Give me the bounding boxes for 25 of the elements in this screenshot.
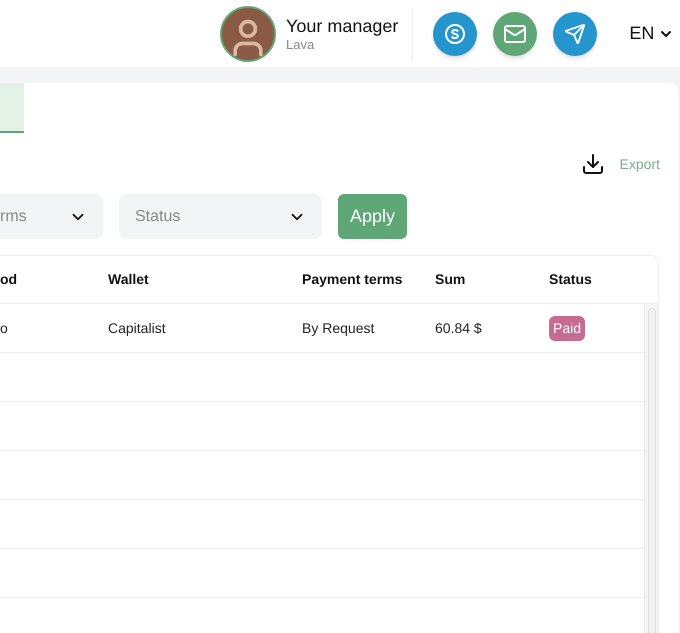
language-selector[interactable]: EN (629, 20, 674, 47)
telegram-button[interactable] (553, 12, 598, 56)
apply-button[interactable]: Apply (338, 194, 408, 239)
table-cell: Capitalist (108, 320, 166, 336)
column-header: Payment terms (302, 270, 402, 286)
tab[interactable] (0, 83, 24, 133)
export-button[interactable]: Export (580, 152, 660, 176)
scrollbar[interactable] (644, 304, 658, 633)
table-cell: By Request (302, 320, 374, 336)
table-cell: o (0, 320, 8, 336)
download-icon (580, 152, 605, 176)
column-header: Sum (435, 270, 466, 286)
skype-button[interactable] (433, 12, 478, 56)
mail-button[interactable] (493, 12, 538, 56)
manager-name: Lava (286, 36, 316, 52)
column-header: Status (549, 270, 592, 286)
table-cell: 60.84 $ (435, 320, 482, 336)
column-header: od (0, 270, 18, 286)
status-badge: Paid (549, 316, 586, 340)
column-header: Wallet (108, 270, 149, 286)
skype-icon (443, 22, 468, 46)
filter-select[interactable]: Status (119, 194, 322, 239)
filter-select[interactable]: rms (0, 194, 103, 239)
paper-plane-icon (564, 22, 586, 44)
manager-title: Your manager (286, 14, 398, 36)
